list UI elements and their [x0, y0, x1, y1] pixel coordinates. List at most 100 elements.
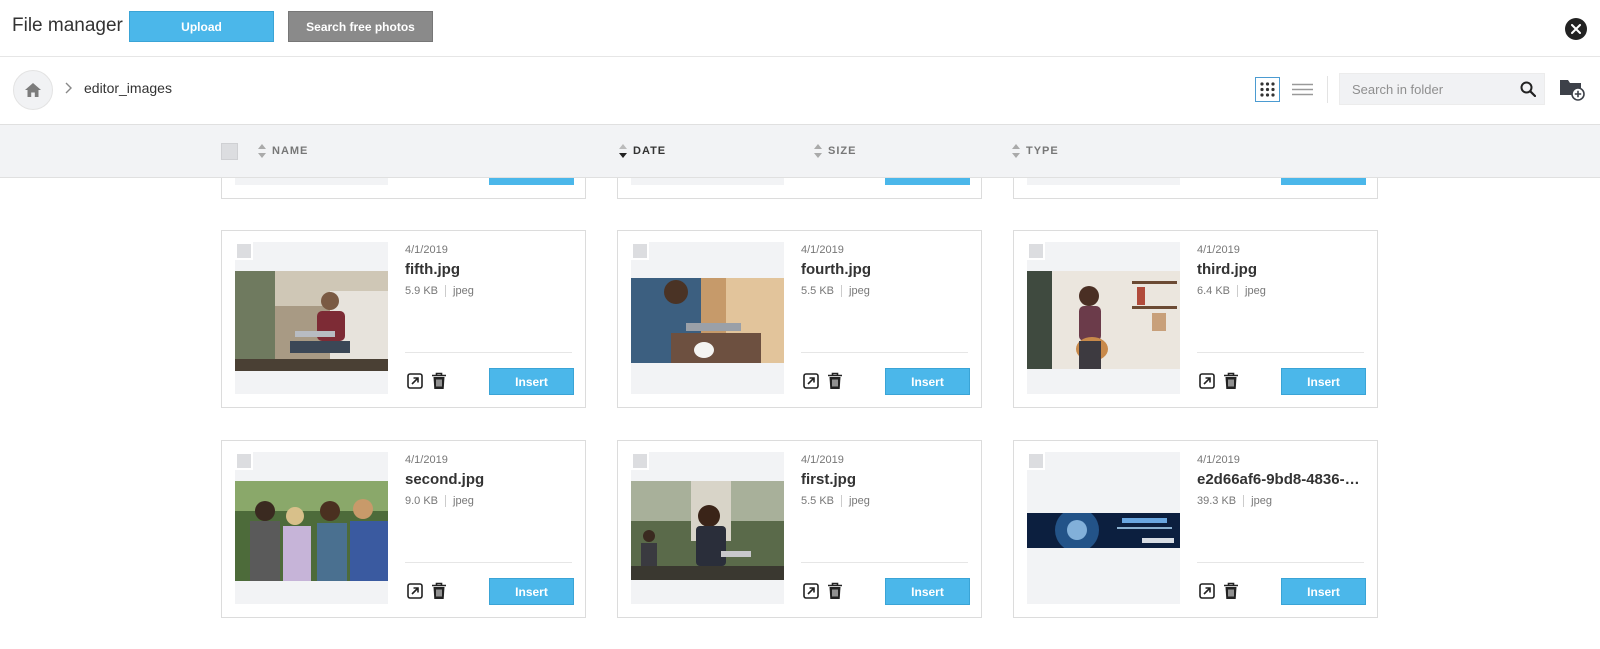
- file-name: fifth.jpg: [405, 261, 460, 278]
- select-all-checkbox[interactable]: [221, 143, 238, 160]
- file-checkbox[interactable]: [235, 452, 253, 470]
- open-external-icon[interactable]: [1199, 373, 1215, 394]
- open-external-icon[interactable]: [1199, 583, 1215, 604]
- insert-button[interactable]: Insert: [489, 368, 574, 395]
- trash-icon[interactable]: [827, 372, 843, 395]
- thumbnail: [235, 178, 388, 185]
- thumbnail: [631, 178, 784, 185]
- file-type: jpeg: [849, 495, 870, 507]
- thumbnail-image[interactable]: [235, 271, 388, 371]
- file-meta: 9.0 KB jpeg: [405, 495, 474, 507]
- column-name-label: NAME: [272, 145, 309, 157]
- file-date: 4/1/2019: [405, 454, 448, 466]
- divider: [801, 352, 968, 353]
- open-external-icon[interactable]: [407, 373, 423, 394]
- insert-button[interactable]: [885, 178, 970, 185]
- file-card[interactable]: 4/1/2019 fifth.jpg 5.9 KB jpeg Insert: [221, 230, 586, 408]
- sort-icon: [1012, 144, 1020, 158]
- search-box: [1339, 73, 1545, 105]
- trash-icon[interactable]: [431, 372, 447, 395]
- grid-view-button[interactable]: [1255, 77, 1280, 102]
- file-card[interactable]: 4/1/2019 first.jpg 5.5 KB jpeg Insert: [617, 440, 982, 618]
- divider: [1327, 76, 1328, 103]
- breadcrumb-current-folder[interactable]: editor_images: [84, 80, 172, 96]
- column-date-label: DATE: [633, 145, 667, 157]
- insert-button[interactable]: Insert: [885, 578, 970, 605]
- new-folder-icon[interactable]: [1559, 77, 1585, 106]
- file-size: 9.0 KB: [405, 495, 439, 507]
- file-size: 39.3 KB: [1197, 495, 1237, 507]
- file-name: e2d66af6-9bd8-4836-…: [1197, 471, 1360, 488]
- file-date: 4/1/2019: [1197, 454, 1240, 466]
- divider: [445, 285, 447, 297]
- file-checkbox[interactable]: [631, 452, 649, 470]
- thumbnail-image[interactable]: [631, 278, 784, 363]
- thumbnail-image[interactable]: [1027, 271, 1180, 369]
- file-size: 5.5 KB: [801, 285, 835, 297]
- insert-button[interactable]: [489, 178, 574, 185]
- file-type: jpeg: [1251, 495, 1272, 507]
- sort-by-type[interactable]: TYPE: [1012, 144, 1059, 158]
- file-date: 4/1/2019: [801, 454, 844, 466]
- home-icon: [25, 83, 41, 97]
- divider: [445, 495, 447, 507]
- divider: [1197, 562, 1364, 563]
- file-size: 6.4 KB: [1197, 285, 1231, 297]
- sort-by-size[interactable]: SIZE: [814, 144, 856, 158]
- file-card[interactable]: 4/1/2019 second.jpg 9.0 KB jpeg Insert: [221, 440, 586, 618]
- file-card[interactable]: 4/1/2019 e2d66af6-9bd8-4836-… 39.3 KB jp…: [1013, 440, 1378, 618]
- search-icon[interactable]: [1520, 81, 1537, 102]
- list-icon: [1292, 83, 1313, 96]
- file-checkbox[interactable]: [235, 242, 253, 260]
- file-size: 5.5 KB: [801, 495, 835, 507]
- sort-descending-icon: [619, 144, 627, 158]
- open-external-icon[interactable]: [803, 373, 819, 394]
- upload-button[interactable]: Upload: [129, 11, 274, 42]
- insert-button[interactable]: Insert: [1281, 578, 1366, 605]
- insert-button[interactable]: [1281, 178, 1366, 185]
- column-type-label: TYPE: [1026, 145, 1059, 157]
- file-checkbox[interactable]: [1027, 452, 1045, 470]
- file-type: jpeg: [453, 495, 474, 507]
- insert-button[interactable]: Insert: [1281, 368, 1366, 395]
- file-meta: 39.3 KB jpeg: [1197, 495, 1272, 507]
- search-free-photos-button[interactable]: Search free photos: [288, 11, 433, 42]
- sort-by-date[interactable]: DATE: [619, 144, 666, 158]
- file-meta: 6.4 KB jpeg: [1197, 285, 1266, 297]
- open-external-icon[interactable]: [407, 583, 423, 604]
- file-name: second.jpg: [405, 471, 485, 488]
- file-date: 4/1/2019: [405, 244, 448, 256]
- file-card[interactable]: 4/1/2019 third.jpg 6.4 KB jpeg Insert: [1013, 230, 1378, 408]
- chevron-right-icon: [64, 81, 72, 99]
- column-size-label: SIZE: [828, 145, 857, 157]
- file-size: 5.9 KB: [405, 285, 439, 297]
- sort-by-name[interactable]: NAME: [258, 144, 308, 158]
- trash-icon[interactable]: [1223, 372, 1239, 395]
- file-date: 4/1/2019: [1197, 244, 1240, 256]
- search-input[interactable]: [1340, 74, 1510, 104]
- trash-icon[interactable]: [1223, 582, 1239, 605]
- file-checkbox[interactable]: [1027, 242, 1045, 260]
- file-type: jpeg: [1245, 285, 1266, 297]
- insert-button[interactable]: Insert: [489, 578, 574, 605]
- thumbnail-image[interactable]: [1027, 513, 1180, 548]
- path-bar: editor_images: [0, 57, 1600, 124]
- file-card[interactable]: 4/1/2019 fourth.jpg 5.5 KB jpeg Insert: [617, 230, 982, 408]
- thumbnail-image[interactable]: [631, 481, 784, 580]
- divider: [1237, 285, 1239, 297]
- file-card-partial: [617, 178, 982, 199]
- divider: [801, 562, 968, 563]
- home-button[interactable]: [13, 70, 53, 110]
- insert-button[interactable]: Insert: [885, 368, 970, 395]
- divider: [841, 285, 843, 297]
- close-icon[interactable]: [1565, 18, 1587, 40]
- sort-icon: [258, 144, 266, 158]
- file-checkbox[interactable]: [631, 242, 649, 260]
- thumbnail-image[interactable]: [235, 481, 388, 581]
- file-name: fourth.jpg: [801, 261, 871, 278]
- file-type: jpeg: [453, 285, 474, 297]
- trash-icon[interactable]: [827, 582, 843, 605]
- list-view-button[interactable]: [1290, 77, 1315, 102]
- trash-icon[interactable]: [431, 582, 447, 605]
- open-external-icon[interactable]: [803, 583, 819, 604]
